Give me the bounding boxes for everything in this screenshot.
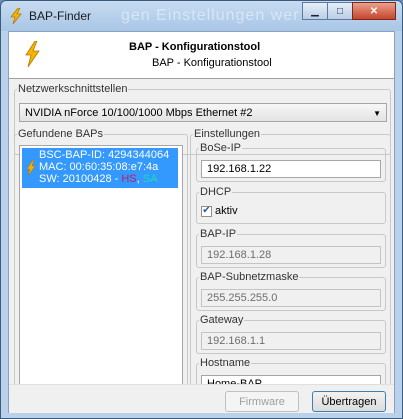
settings-legend: Einstellungen: [194, 128, 261, 140]
gateway-group: Gateway 192.168.1.1: [196, 314, 386, 354]
dhcp-checkbox[interactable]: ✔: [201, 205, 212, 217]
bap-ip-group: BAP-IP 192.168.1.28: [196, 228, 386, 268]
bap-ip-input: 192.168.1.28: [201, 246, 381, 264]
firmware-button[interactable]: Firmware: [225, 391, 299, 412]
network-interface-value: NVIDIA nForce 10/100/1000 Mbps Ethernet …: [25, 107, 253, 119]
mac-text: MAC: 00:60:35:08:e7:4a: [39, 161, 159, 173]
header-subtitle: BAP - Konfigurationstool: [152, 57, 272, 69]
minimize-icon: ▁: [311, 5, 319, 17]
header-banner: BAP - Konfigurationstool BAP - Konfigura…: [9, 32, 394, 79]
lightning-bolt-icon: [26, 160, 36, 176]
close-button[interactable]: ✕: [352, 2, 396, 20]
background-ghost-text: gen Einstellungen wer: [121, 7, 300, 24]
network-interface-select[interactable]: NVIDIA nForce 10/100/1000 Mbps Ethernet …: [19, 103, 387, 122]
hs-flag: HS: [121, 173, 137, 185]
window-title: BAP-Finder: [29, 9, 92, 23]
dhcp-label: DHCP: [200, 186, 232, 198]
close-icon: ✕: [369, 5, 379, 17]
gateway-input: 192.168.1.1: [201, 332, 381, 350]
bose-ip-input[interactable]: 192.168.1.22: [201, 160, 381, 178]
header-title: BAP - Konfigurationstool: [129, 41, 261, 53]
bose-ip-group: BoSe-IP 192.168.1.22: [196, 142, 386, 182]
dropdown-arrow-icon[interactable]: ▼: [373, 109, 381, 118]
dhcp-checkbox-label[interactable]: aktiv: [215, 205, 238, 217]
transfer-button[interactable]: Übertragen: [312, 391, 386, 412]
bap-subnet-input: 255.255.255.0: [201, 289, 381, 307]
found-baps-legend: Gefundene BAPs: [18, 128, 104, 140]
bap-subnet-label: BAP-Subnetzmaske: [200, 271, 299, 283]
sw-text: SW: 20100428 - HS, SA: [39, 173, 157, 185]
app-window: BAP-Finder gen Einstellungen wer ▁ □ ✕ B…: [0, 0, 403, 419]
hostname-label: Hostname: [200, 357, 251, 369]
gateway-label: Gateway: [200, 314, 244, 326]
lightning-bolt-icon: [25, 41, 40, 67]
bap-ip-label: BAP-IP: [200, 228, 237, 240]
found-baps-group: Gefundene BAPs BSC-BAP-ID: 4294344064 MA…: [14, 128, 188, 399]
maximize-button[interactable]: □: [327, 2, 353, 20]
client-area: BAP - Konfigurationstool BAP - Konfigura…: [8, 31, 395, 413]
maximize-icon: □: [336, 5, 344, 17]
sa-flag: SA: [142, 173, 158, 185]
dhcp-checkbox-row[interactable]: ✔ aktiv: [201, 205, 238, 217]
bap-id-text: BSC-BAP-ID: 4294344064: [39, 149, 170, 161]
found-baps-list[interactable]: BSC-BAP-ID: 4294344064 MAC: 00:60:35:08:…: [19, 145, 183, 399]
sw-version: SW: 20100428 -: [39, 173, 122, 185]
network-interfaces-legend: Netzwerkschnittstellen: [18, 83, 128, 95]
list-item[interactable]: BSC-BAP-ID: 4294344064 MAC: 00:60:35:08:…: [22, 148, 178, 188]
settings-group: Einstellungen BoSe-IP 192.168.1.22 DHCP …: [190, 128, 391, 397]
lightning-bolt-icon: [10, 8, 22, 24]
bose-ip-label: BoSe-IP: [200, 142, 241, 154]
bap-subnet-group: BAP-Subnetzmaske 255.255.255.0: [196, 271, 386, 311]
dhcp-group: DHCP ✔ aktiv: [196, 186, 386, 224]
minimize-button[interactable]: ▁: [302, 2, 328, 20]
button-bar: Firmware Übertragen: [9, 384, 394, 413]
title-bar[interactable]: BAP-Finder gen Einstellungen wer ▁ □ ✕: [1, 1, 402, 31]
